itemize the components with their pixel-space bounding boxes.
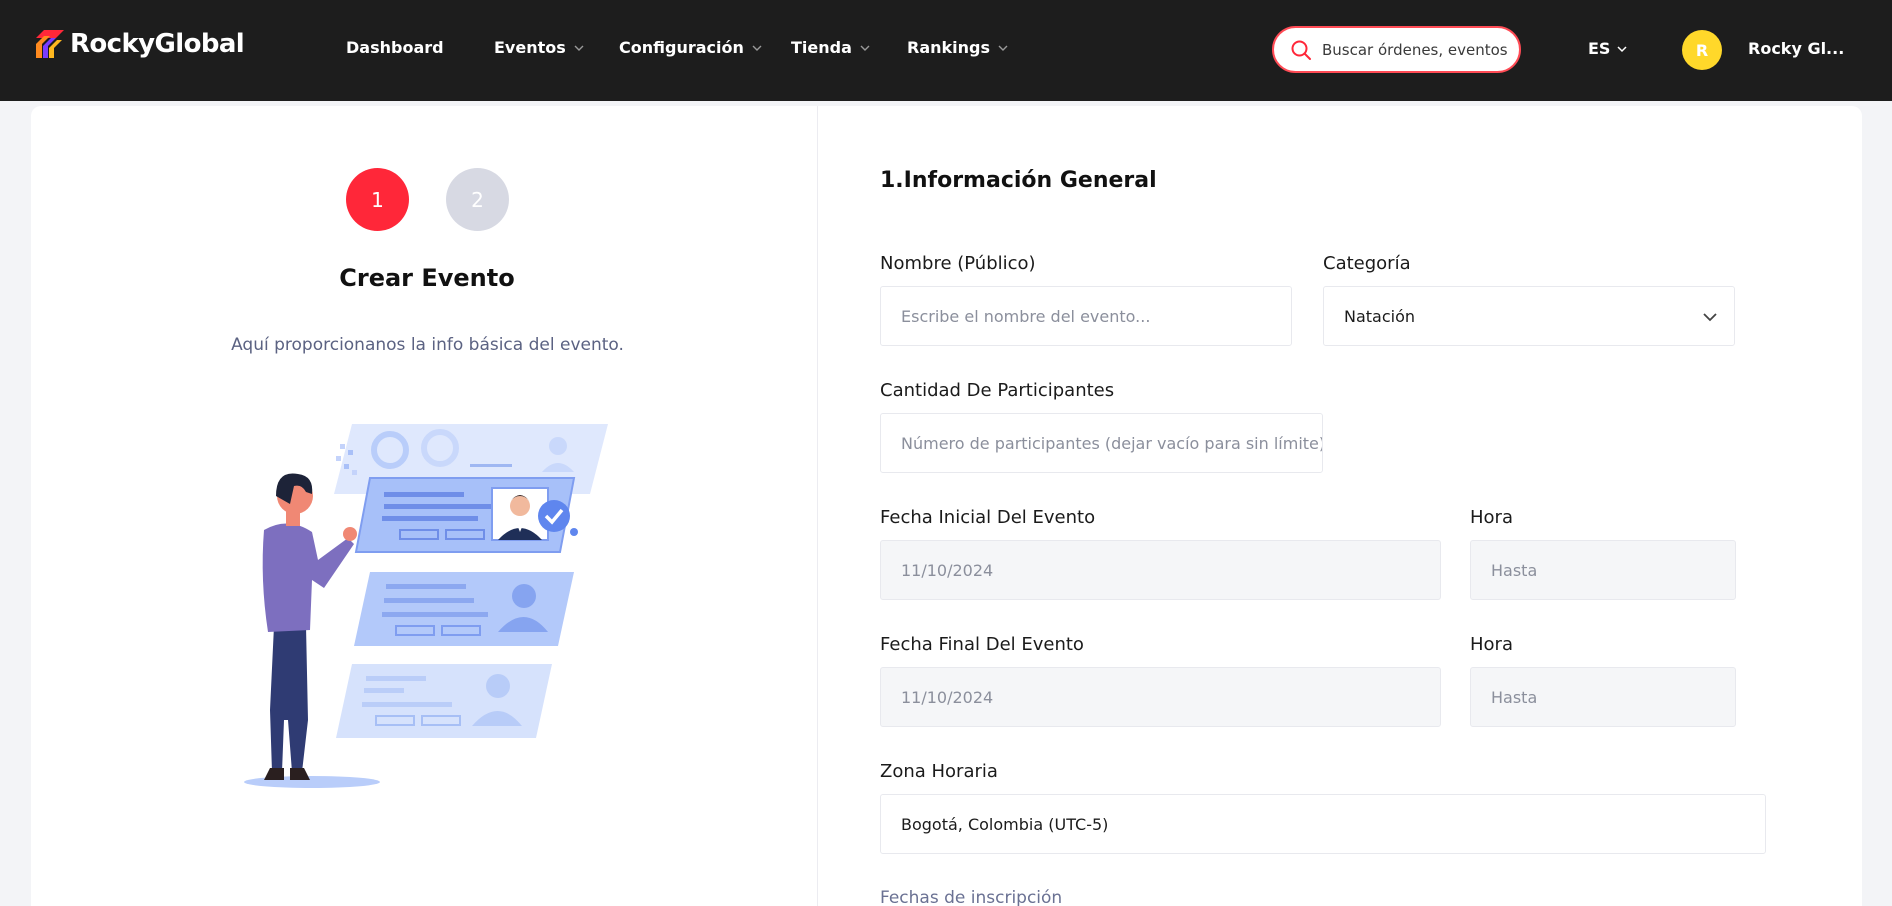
section-title: 1.Información General — [880, 168, 1157, 193]
nav-dashboard[interactable]: Dashboard — [346, 38, 444, 57]
brand-name: RockyGlobal — [70, 29, 245, 59]
search-icon — [1291, 40, 1311, 60]
end-time-label: Hora — [1470, 634, 1513, 655]
end-time-input[interactable] — [1491, 687, 1735, 707]
step-2-indicator[interactable]: 2 — [446, 168, 509, 231]
event-illustration — [244, 424, 608, 788]
search-box[interactable] — [1272, 26, 1521, 73]
chevron-down-icon — [1703, 313, 1717, 322]
nav-configuracion[interactable]: Configuración — [619, 38, 763, 57]
brand-logo[interactable]: RockyGlobal — [34, 28, 245, 60]
top-navbar: RockyGlobal Dashboard Eventos Configurac… — [0, 0, 1892, 101]
chevron-down-icon — [1617, 45, 1627, 52]
event-name-field[interactable] — [880, 286, 1292, 346]
user-name[interactable]: Rocky Gl... — [1748, 39, 1844, 58]
rockyglobal-logo-icon — [36, 30, 64, 58]
end-date-input[interactable] — [901, 687, 1440, 707]
nav-tienda-label: Tienda — [791, 38, 852, 57]
chevron-down-icon — [860, 45, 870, 51]
search-input[interactable] — [1322, 40, 1512, 59]
end-time-field[interactable] — [1470, 667, 1736, 727]
end-date-label: Fecha Final Del Evento — [880, 634, 1084, 655]
avatar[interactable]: R — [1682, 30, 1722, 70]
category-select[interactable]: Natación — [1323, 286, 1735, 346]
participants-label: Cantidad De Participantes — [880, 380, 1115, 401]
chevron-down-icon — [574, 45, 584, 51]
nav-rankings-label: Rankings — [907, 38, 990, 57]
registration-dates-label: Fechas de inscripción — [880, 888, 1063, 906]
nav-dashboard-label: Dashboard — [346, 38, 444, 57]
start-time-field[interactable] — [1470, 540, 1736, 600]
start-time-input[interactable] — [1491, 560, 1735, 580]
nav-eventos-label: Eventos — [494, 38, 566, 57]
timezone-value: Bogotá, Colombia (UTC-5) — [901, 814, 1109, 834]
page-description: Aquí proporcionanos la info básica del e… — [231, 335, 624, 355]
nav-configuracion-label: Configuración — [619, 38, 744, 57]
nav-eventos[interactable]: Eventos — [494, 38, 585, 57]
timezone-label: Zona Horaria — [880, 761, 998, 782]
language-selector[interactable]: ES — [1588, 39, 1628, 58]
chevron-down-icon — [752, 45, 762, 51]
column-divider — [817, 106, 818, 906]
start-date-input[interactable] — [901, 560, 1440, 580]
language-value: ES — [1588, 39, 1611, 58]
start-time-label: Hora — [1470, 507, 1513, 528]
participants-input[interactable] — [901, 433, 1322, 453]
category-value: Natación — [1344, 306, 1416, 326]
step-1-indicator[interactable]: 1 — [346, 168, 409, 231]
chevron-down-icon — [998, 45, 1008, 51]
event-name-input[interactable] — [901, 306, 1291, 326]
event-name-label: Nombre (Público) — [880, 253, 1036, 274]
participants-field[interactable] — [880, 413, 1323, 473]
category-label: Categoría — [1323, 253, 1411, 274]
start-date-field[interactable] — [880, 540, 1441, 600]
start-date-label: Fecha Inicial Del Evento — [880, 507, 1096, 528]
page-title: Crear Evento — [339, 264, 515, 292]
nav-tienda[interactable]: Tienda — [791, 38, 871, 57]
nav-rankings[interactable]: Rankings — [907, 38, 1009, 57]
timezone-field[interactable]: Bogotá, Colombia (UTC-5) — [880, 794, 1766, 854]
end-date-field[interactable] — [880, 667, 1441, 727]
